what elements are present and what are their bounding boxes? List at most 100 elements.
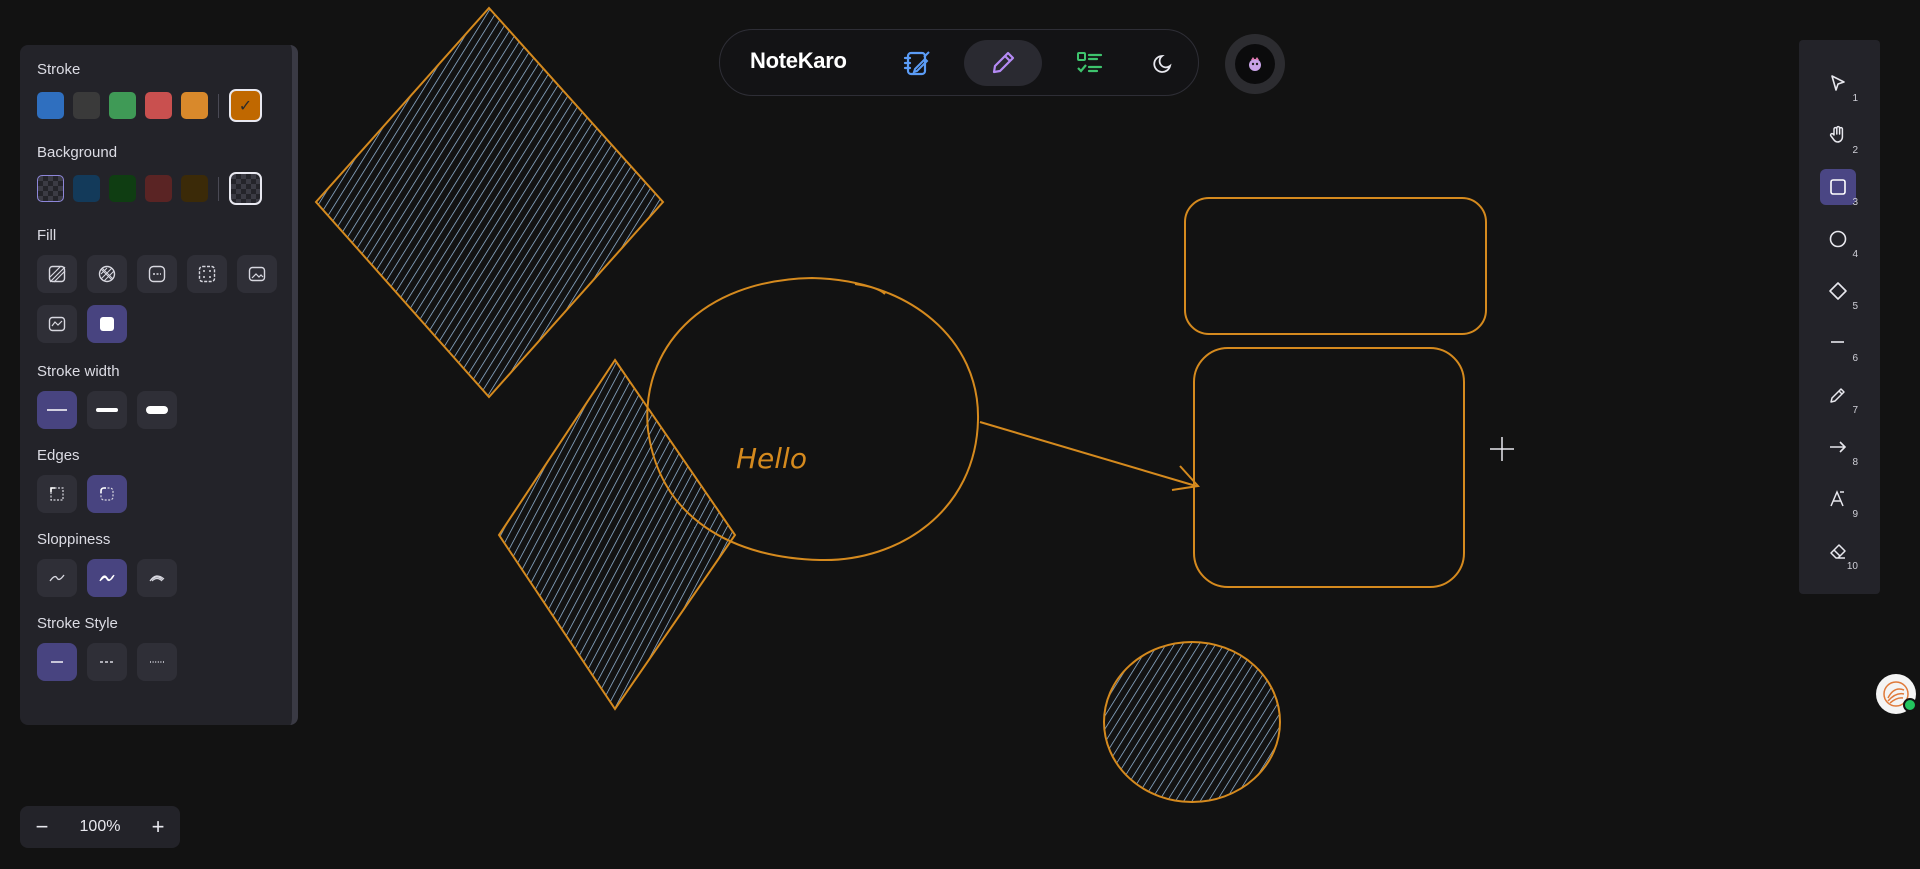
background-color-row	[37, 172, 292, 205]
tasks-button[interactable]	[1050, 40, 1128, 86]
tool-line[interactable]: 6	[1820, 325, 1858, 364]
sloppiness-architect-button[interactable]	[37, 559, 77, 597]
crosshair-cursor	[1490, 437, 1514, 461]
solid-fill-icon	[100, 317, 114, 331]
background-color-brown[interactable]	[181, 175, 208, 202]
tool-shortcut: 2	[1852, 145, 1858, 156]
stroke-color-green[interactable]	[109, 92, 136, 119]
tool-text[interactable]: 9	[1820, 481, 1858, 520]
sloppiness-cartoonist-button[interactable]	[137, 559, 177, 597]
round-edge-icon	[100, 487, 114, 501]
hatched-diamond-small[interactable]	[497, 358, 737, 711]
zoom-out-button[interactable]: −	[20, 806, 64, 848]
line-icon	[1831, 341, 1844, 343]
tool-select[interactable]: 1	[1820, 65, 1858, 104]
stroke-color-blue[interactable]	[37, 92, 64, 119]
edges-round-button[interactable]	[87, 475, 127, 513]
edges-row	[37, 475, 292, 513]
fill-image-button[interactable]	[237, 255, 277, 293]
extra-bold-line-icon	[146, 406, 168, 414]
square-icon	[1830, 179, 1846, 195]
dashed-line-icon	[100, 661, 114, 663]
rounded-rectangle-bottom[interactable]	[1193, 347, 1465, 588]
tool-hand[interactable]: 2	[1820, 117, 1858, 156]
stroke-style-solid-button[interactable]	[37, 643, 77, 681]
image-icon	[248, 266, 266, 282]
background-color-green[interactable]	[109, 175, 136, 202]
dashed-fill-icon	[148, 265, 166, 283]
cross-hatch-icon	[98, 265, 116, 283]
tool-shortcut: 8	[1852, 457, 1858, 468]
stroke-width-thin-button[interactable]	[37, 391, 77, 429]
rounded-rectangle-top[interactable]	[1184, 197, 1487, 335]
stroke-width-extra-bold-button[interactable]	[137, 391, 177, 429]
stroke-style-row	[37, 643, 292, 681]
background-section-title: Background	[37, 144, 118, 161]
avatar-mascot-icon	[1249, 57, 1261, 71]
stroke-width-bold-button[interactable]	[87, 391, 127, 429]
zoom-level[interactable]: 100%	[64, 818, 136, 836]
hatched-circle[interactable]	[1103, 641, 1281, 803]
fill-dashed-button[interactable]	[137, 255, 177, 293]
tool-shortcut: 10	[1846, 561, 1858, 572]
tool-draw[interactable]: 7	[1820, 377, 1858, 416]
collaborator-avatar[interactable]	[1876, 674, 1917, 714]
fill-cross-hatch-button[interactable]	[87, 255, 127, 293]
fill-hachure-button[interactable]	[37, 255, 77, 293]
tool-rectangle[interactable]: 3	[1820, 169, 1858, 208]
tool-shortcut: 1	[1852, 93, 1858, 104]
tool-arrow[interactable]: 8	[1820, 429, 1858, 468]
hatched-diamond-large[interactable]	[314, 6, 665, 399]
arrow-icon	[1830, 441, 1847, 453]
app-brand: NoteKaro	[750, 48, 847, 73]
canvas-text-hello[interactable]: Hello	[736, 442, 807, 475]
diamond-icon	[1829, 282, 1847, 300]
notebook-edit-icon	[903, 51, 930, 76]
background-color-blue[interactable]	[73, 175, 100, 202]
arrow-shape[interactable]	[979, 421, 1200, 491]
fill-solid-button[interactable]	[87, 305, 127, 343]
tool-diamond[interactable]: 5	[1820, 273, 1858, 312]
stroke-color-row	[37, 89, 292, 122]
notebook-button[interactable]	[878, 40, 956, 86]
avatar	[1235, 44, 1275, 84]
background-color-selected[interactable]	[229, 172, 262, 205]
dotted-line-icon	[150, 661, 164, 663]
user-avatar-button[interactable]	[1225, 34, 1285, 94]
stroke-color-gray[interactable]	[73, 92, 100, 119]
stroke-color-red[interactable]	[145, 92, 172, 119]
tool-ellipse[interactable]: 4	[1820, 221, 1858, 260]
zoom-in-button[interactable]: +	[136, 806, 180, 848]
stroke-style-dashed-button[interactable]	[87, 643, 127, 681]
zoom-control: − 100% +	[20, 806, 180, 848]
sharp-edge-icon	[50, 487, 64, 501]
edges-sharp-button[interactable]	[37, 475, 77, 513]
stroke-color-selected[interactable]	[229, 89, 262, 122]
eraser-icon	[1830, 544, 1846, 559]
circle-icon	[1829, 230, 1847, 248]
edges-section-title: Edges	[37, 447, 80, 464]
sloppiness-artist-button[interactable]	[87, 559, 127, 597]
tool-eraser[interactable]: 10	[1820, 533, 1858, 572]
stroke-style-dotted-button[interactable]	[137, 643, 177, 681]
background-color-red[interactable]	[145, 175, 172, 202]
tool-shortcut: 9	[1852, 509, 1858, 520]
color-separator	[218, 93, 219, 118]
draw-mode-button[interactable]	[964, 40, 1042, 86]
hachure-icon	[48, 265, 66, 283]
color-separator	[218, 176, 219, 201]
checklist-icon	[1077, 52, 1103, 73]
pointer-icon	[1831, 75, 1845, 91]
fill-section-title: Fill	[37, 227, 57, 244]
sloppiness-row	[37, 559, 292, 597]
stroke-color-orange[interactable]	[181, 92, 208, 119]
background-transparent[interactable]	[37, 175, 64, 202]
fill-row-1	[37, 255, 292, 293]
top-header-bar: NoteKaro	[719, 29, 1199, 96]
tools-toolbar: 1 2 3 4 5 6 7 8 9 10	[1799, 40, 1880, 594]
fill-image-alt-button[interactable]	[37, 305, 77, 343]
theme-toggle-button[interactable]	[1125, 40, 1203, 86]
sloppiness-section-title: Sloppiness	[37, 531, 111, 548]
tool-shortcut: 3	[1852, 197, 1858, 208]
fill-dots-button[interactable]	[187, 255, 227, 293]
